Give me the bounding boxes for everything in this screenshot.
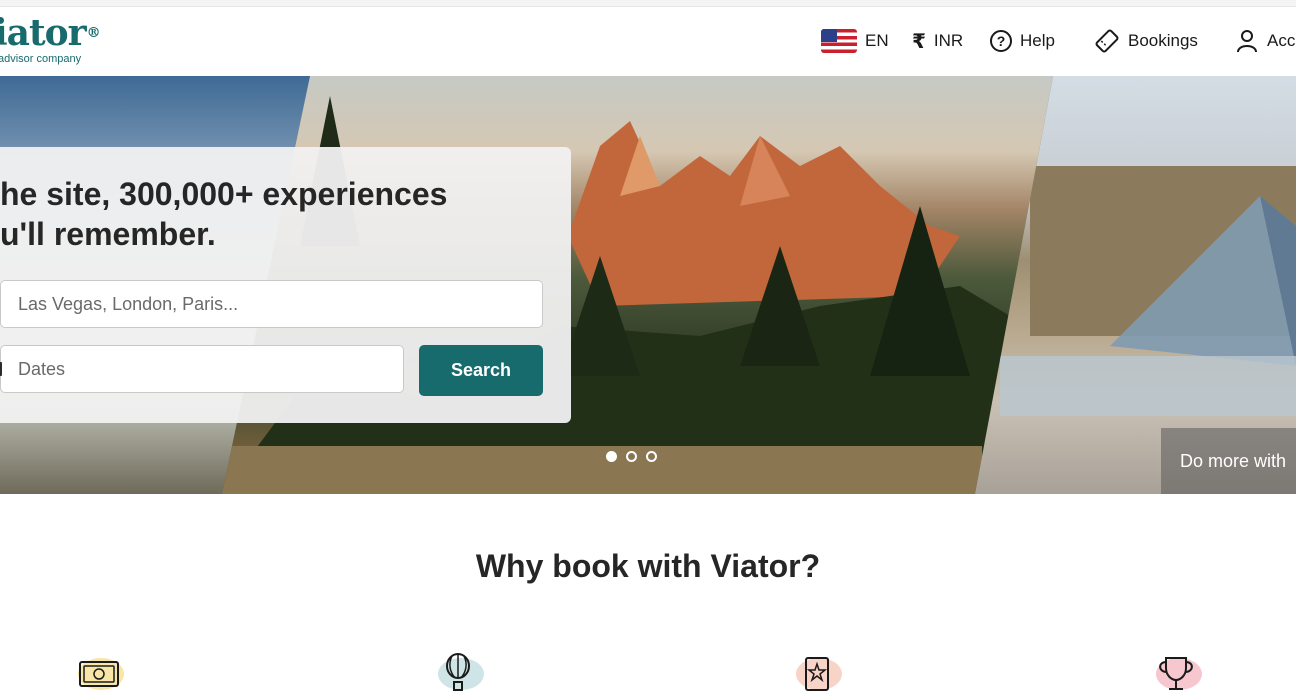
logo-subtitle: advisor company — [0, 53, 82, 65]
star-certificate-icon — [805, 657, 829, 691]
trophy-icon — [1159, 657, 1193, 690]
dates-input[interactable]: Dates — [0, 345, 404, 393]
help-icon: ? — [990, 30, 1012, 52]
feature-balloon — [428, 652, 488, 700]
hero-carousel: he site, 300,000+ experiences u'll remem… — [0, 76, 1296, 494]
feature-trophy — [1146, 652, 1206, 700]
help-label: Help — [1020, 31, 1055, 50]
browser-top-edge — [0, 0, 1296, 7]
hot-air-balloon-icon — [446, 653, 470, 691]
account-link[interactable]: Acc — [1235, 26, 1295, 56]
hero-headline: he site, 300,000+ experiences u'll remem… — [0, 174, 520, 254]
site-header: iator® advisor company EN ₹ INR ? Help B… — [0, 7, 1296, 75]
bookings-link[interactable]: Bookings — [1094, 26, 1198, 56]
headline-line-1: he site, 300,000+ experiences — [0, 176, 448, 212]
feature-certificate — [786, 652, 846, 700]
language-selector[interactable]: EN — [821, 26, 889, 56]
hero-caption[interactable]: Do more with — [1161, 428, 1296, 494]
why-book-title: Why book with Viator? — [475, 548, 821, 584]
feature-money — [68, 652, 128, 700]
carousel-dot-1[interactable] — [606, 451, 617, 462]
carousel-dot-2[interactable] — [626, 451, 637, 462]
currency-label: INR — [933, 31, 964, 50]
carousel-dot-3[interactable] — [646, 451, 657, 462]
currency-selector[interactable]: ₹ INR — [912, 26, 963, 56]
language-label: EN — [865, 31, 889, 50]
calendar-icon — [0, 362, 2, 376]
destination-placeholder: Las Vegas, London, Paris... — [18, 293, 239, 314]
rupee-icon: ₹ — [912, 30, 926, 53]
user-icon — [1237, 30, 1257, 53]
headline-line-2: u'll remember. — [0, 216, 216, 252]
search-button[interactable]: Search — [419, 345, 543, 396]
destination-input[interactable]: Las Vegas, London, Paris... — [0, 280, 543, 328]
hero-caption-text: Do more with — [1180, 450, 1287, 471]
viator-logo[interactable]: iator® — [0, 12, 101, 54]
money-icon — [79, 661, 119, 687]
carousel-indicators — [606, 451, 657, 462]
account-label: Acc — [1267, 31, 1296, 50]
logo-text: iator — [0, 12, 87, 54]
us-flag-icon — [821, 29, 857, 53]
bookings-label: Bookings — [1128, 31, 1198, 50]
dates-placeholder: Dates — [18, 358, 66, 379]
ticket-icon — [1095, 29, 1119, 53]
help-link[interactable]: ? Help — [990, 26, 1055, 56]
logo-registered-mark: ® — [86, 25, 101, 41]
